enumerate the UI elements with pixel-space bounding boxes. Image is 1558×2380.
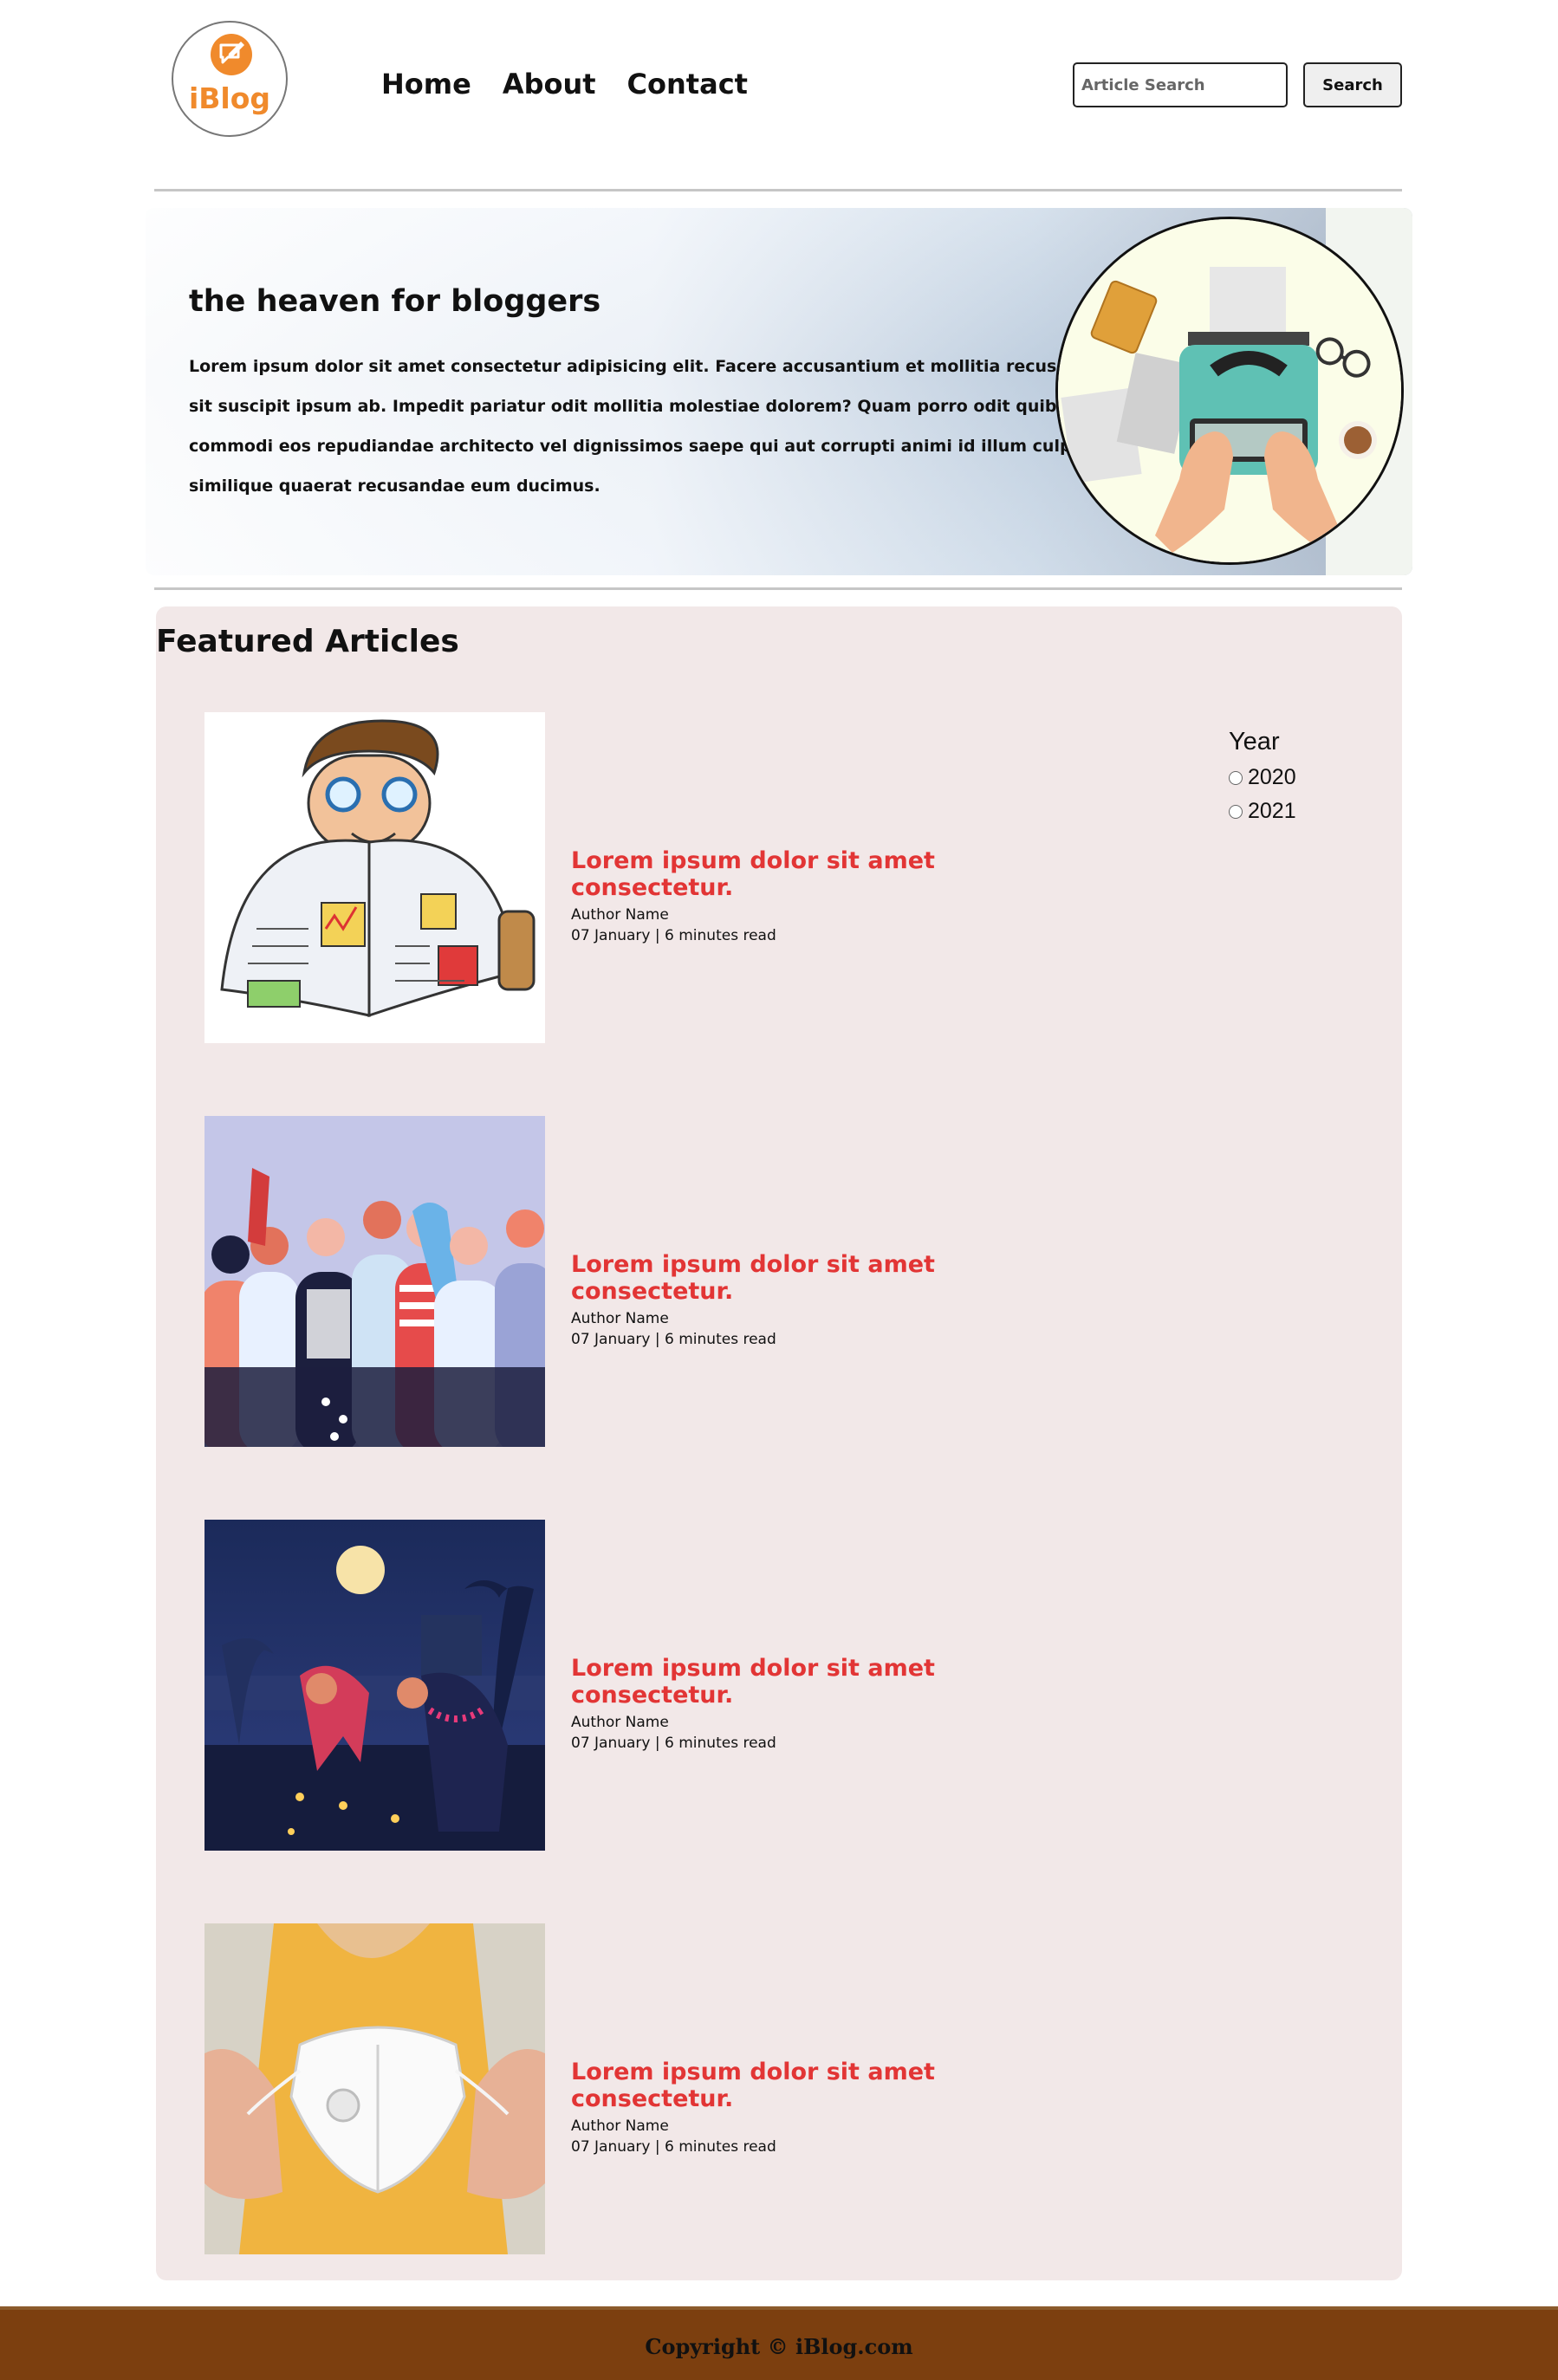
article-title[interactable]: Lorem ipsum dolor sit amet consectetur. [571,847,1071,901]
article-title[interactable]: Lorem ipsum dolor sit amet consectetur. [571,1251,1071,1305]
featured-articles: Featured Articles Lorem ipsum dolor sit … [156,606,1402,2280]
year-option-label: 2020 [1248,765,1296,789]
search-input[interactable] [1073,62,1288,107]
divider [154,189,1402,191]
article-thumbnail[interactable] [204,712,545,1043]
hands-holding-face-mask-image [204,1923,545,2254]
nav-contact[interactable]: Contact [627,68,748,101]
typewriter-image [1058,219,1401,562]
article-thumbnail[interactable] [204,1116,545,1447]
article-meta: 07 January | 6 minutes read [571,2138,776,2156]
search-button[interactable]: Search [1303,62,1402,107]
article-author: Author Name [571,1714,669,1731]
article-text: Lorem ipsum dolor sit amet consectetur. … [571,2059,1071,2156]
chat-edit-icon [211,34,252,75]
article-title[interactable]: Lorem ipsum dolor sit amet consectetur. [571,1655,1071,1709]
article-text: Lorem ipsum dolor sit amet consectetur. … [571,1655,1071,1752]
man-reading-newspaper-image [204,712,545,1043]
main-nav: Home About Contact [381,68,748,101]
radio-button[interactable] [1229,770,1243,785]
year-filter: Year 2020 2021 [1229,728,1296,833]
article-author: Author Name [571,2117,669,2135]
article-meta: 07 January | 6 minutes read [571,1331,776,1348]
hero-title: the heaven for bloggers [189,284,601,319]
featured-title: Featured Articles [156,624,459,659]
site-footer: Copyright © iBlog.com [0,2306,1558,2380]
article-author: Author Name [571,906,669,924]
logo[interactable]: iBlog [172,21,288,137]
article-author: Author Name [571,1310,669,1327]
typewriter-illustration [1055,217,1404,565]
article-card[interactable]: Lorem ipsum dolor sit amet consectetur. … [204,1923,1071,2254]
year-option-2021[interactable]: 2021 [1229,799,1296,824]
crowd-wearing-masks-image [204,1116,545,1447]
nav-about[interactable]: About [503,68,596,101]
divider [154,587,1402,590]
year-filter-label: Year [1229,728,1280,756]
hero-banner: the heaven for bloggers Lorem ipsum dolo… [146,208,1412,575]
article-card[interactable]: Lorem ipsum dolor sit amet consectetur. … [204,1520,1071,1851]
site-header: iBlog Home About Contact Search [0,0,1558,173]
article-text: Lorem ipsum dolor sit amet consectetur. … [571,847,1071,944]
article-card[interactable]: Lorem ipsum dolor sit amet consectetur. … [204,1116,1071,1447]
nav-home[interactable]: Home [381,68,471,101]
article-meta: 07 January | 6 minutes read [571,1735,776,1752]
logo-text: iBlog [188,81,271,115]
copyright-text: Copyright © iBlog.com [645,2334,913,2359]
people-lighting-diyas-image [204,1520,545,1851]
article-thumbnail[interactable] [204,1520,545,1851]
article-thumbnail[interactable] [204,1923,545,2254]
article-title[interactable]: Lorem ipsum dolor sit amet consectetur. [571,2059,1071,2112]
article-meta: 07 January | 6 minutes read [571,927,776,944]
hero-body: Lorem ipsum dolor sit amet consectetur a… [189,357,1193,496]
year-option-2020[interactable]: 2020 [1229,765,1296,790]
article-text: Lorem ipsum dolor sit amet consectetur. … [571,1251,1071,1348]
article-card[interactable]: Lorem ipsum dolor sit amet consectetur. … [204,712,1071,1043]
radio-button[interactable] [1229,804,1243,819]
year-option-label: 2021 [1248,799,1296,823]
